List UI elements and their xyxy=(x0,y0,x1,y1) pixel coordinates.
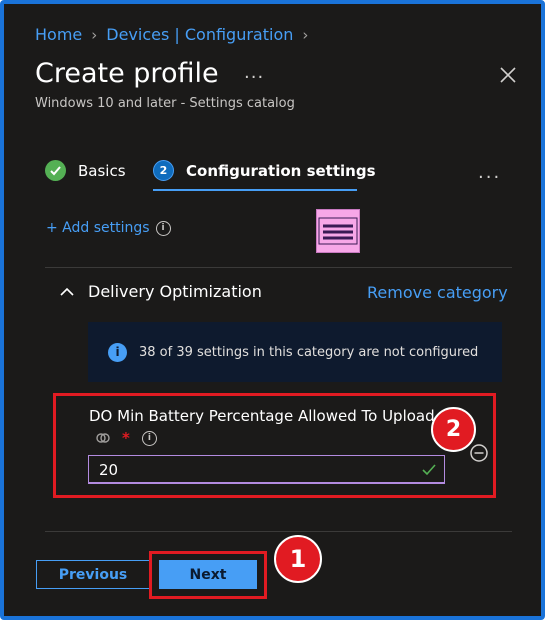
info-icon: i xyxy=(108,342,127,362)
next-button[interactable]: Next xyxy=(159,560,257,589)
previous-button[interactable]: Previous xyxy=(36,560,150,589)
checkmark-icon xyxy=(45,160,66,181)
battery-percentage-input-wrapper xyxy=(88,455,445,484)
chevron-right-icon: › xyxy=(91,25,98,44)
annotation-step-badge: 2 xyxy=(431,407,476,452)
category-header-toggle[interactable]: Delivery Optimization xyxy=(60,282,262,301)
divider xyxy=(45,267,512,268)
breadcrumb: Home › Devices | Configuration › xyxy=(35,25,317,44)
step-basics[interactable]: Basics xyxy=(45,160,126,181)
create-profile-panel: Home › Devices | Configuration › Create … xyxy=(0,0,545,620)
more-steps-button[interactable]: ... xyxy=(478,162,501,183)
info-icon[interactable]: i xyxy=(141,430,157,446)
page-subtitle: Windows 10 and later - Settings catalog xyxy=(35,96,295,111)
more-options-button[interactable]: ... xyxy=(244,62,264,83)
active-step-indicator xyxy=(153,189,357,191)
close-icon[interactable] xyxy=(497,64,519,86)
setting-icons: * i xyxy=(96,429,157,447)
breadcrumb-home-link[interactable]: Home xyxy=(35,25,82,44)
logo xyxy=(316,209,360,253)
step-basics-label: Basics xyxy=(78,161,126,180)
copilot-icon xyxy=(96,433,110,443)
category-title: Delivery Optimization xyxy=(88,282,262,301)
chevron-right-icon: › xyxy=(302,25,309,44)
add-settings-label: + Add settings xyxy=(46,220,150,236)
step-number-badge: 2 xyxy=(153,160,174,181)
info-icon[interactable]: i xyxy=(155,220,171,236)
info-banner-text: 38 of 39 settings in this category are n… xyxy=(139,344,479,360)
breadcrumb-devices-link[interactable]: Devices | Configuration xyxy=(106,25,293,44)
info-banner: i 38 of 39 settings in this category are… xyxy=(88,322,502,382)
page-title: Create profile xyxy=(35,58,219,89)
battery-percentage-input[interactable] xyxy=(99,460,399,480)
divider xyxy=(45,531,512,532)
step-configuration-label: Configuration settings xyxy=(186,161,376,180)
valid-check-icon xyxy=(422,464,436,476)
annotation-step-badge: 1 xyxy=(274,535,322,583)
chevron-up-icon xyxy=(60,287,74,296)
setting-label: DO Min Battery Percentage Allowed To Upl… xyxy=(89,407,435,425)
step-configuration-settings[interactable]: 2 Configuration settings xyxy=(153,160,376,181)
remove-setting-icon[interactable] xyxy=(469,443,489,463)
required-indicator: * xyxy=(122,429,130,447)
logo-graphic xyxy=(318,217,358,245)
remove-category-link[interactable]: Remove category xyxy=(367,283,508,302)
add-settings-link[interactable]: + Add settings i xyxy=(46,220,171,236)
